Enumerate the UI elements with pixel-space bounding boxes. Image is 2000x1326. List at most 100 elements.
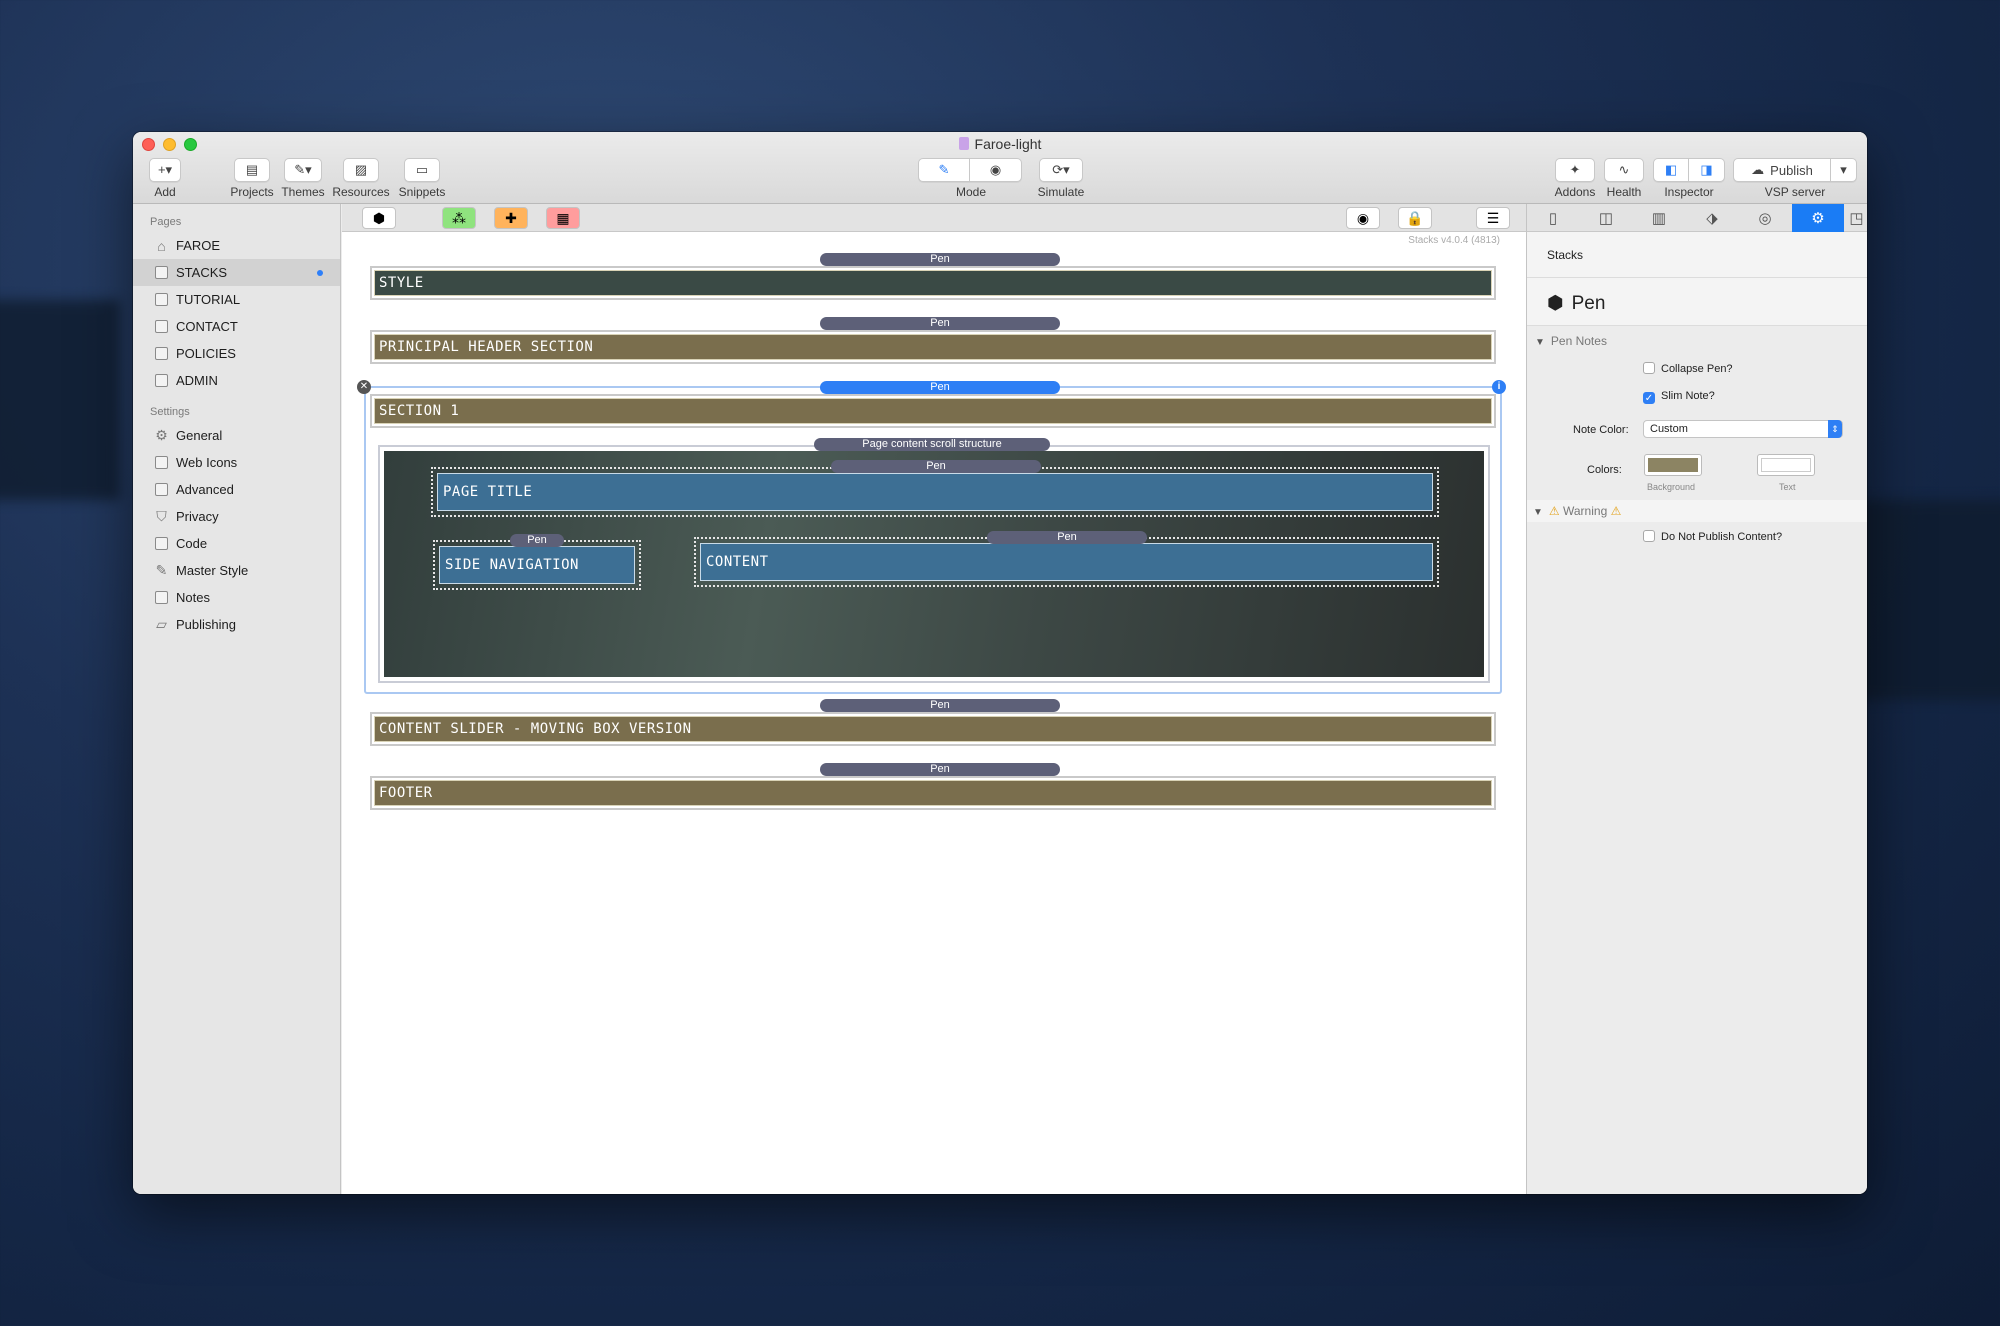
page-title-container[interactable]: PAGE TITLE bbox=[431, 467, 1439, 517]
eye-icon[interactable]: ◉ bbox=[1346, 207, 1380, 229]
inspector-control[interactable]: ◧ ◨ Inspector bbox=[1653, 158, 1725, 199]
page-icon bbox=[155, 320, 168, 333]
tab-page-inspector[interactable]: ▯ bbox=[1527, 204, 1579, 232]
simulate-icon: ⟳▾ bbox=[1039, 158, 1083, 182]
edit-pencil-icon[interactable]: ✎ bbox=[918, 158, 970, 182]
scroll-structure-stack[interactable]: PAGE TITLE Pen SIDE NAVIGATION Pen CONTE… bbox=[378, 445, 1490, 683]
pen-pill-selected[interactable]: Pen bbox=[820, 381, 1060, 394]
warning-icon: ⚠ bbox=[1607, 504, 1622, 518]
tab-expand-icon[interactable]: ◳ bbox=[1845, 204, 1867, 232]
setting-web-icons[interactable]: Web Icons bbox=[133, 449, 340, 476]
sliders-icon[interactable]: ☰ bbox=[1476, 207, 1510, 229]
page-tutorial[interactable]: TUTORIAL bbox=[133, 286, 340, 313]
band-content-slider[interactable]: CONTENT SLIDER - MOVING BOX VERSION bbox=[370, 712, 1496, 746]
page-faroe[interactable]: ⌂ FAROE bbox=[133, 232, 340, 259]
sidebar-item-label: Master Style bbox=[176, 563, 249, 578]
publish-control[interactable]: ☁ Publish ▾ VSP server bbox=[1733, 158, 1857, 199]
pen-pill[interactable]: Pen bbox=[820, 253, 1060, 266]
collapse-pen-checkbox[interactable] bbox=[1643, 362, 1655, 374]
setting-master-style[interactable]: ✎ Master Style bbox=[133, 557, 340, 584]
sidebar: Pages ⌂ FAROE STACKS TUTORIAL CONTACT POLICIE… bbox=[133, 204, 341, 1194]
health-button[interactable]: ∿ Health bbox=[1601, 158, 1647, 199]
pen-pill[interactable]: Pen bbox=[831, 460, 1041, 473]
background-color-well[interactable] bbox=[1644, 454, 1702, 476]
collapse-pen-row[interactable]: Collapse Pen? bbox=[1527, 354, 1867, 384]
add-button[interactable]: +▾ Add bbox=[147, 158, 183, 199]
band-style[interactable]: STYLE bbox=[370, 266, 1496, 300]
addons-button[interactable]: ✦ Addons bbox=[1553, 158, 1597, 199]
band-footer[interactable]: FOOTER bbox=[370, 776, 1496, 810]
puzzle-icon[interactable]: ✚ bbox=[494, 207, 528, 229]
projects-button[interactable]: ▤ Projects bbox=[229, 158, 275, 199]
mode-control[interactable]: ✎ ◉ Mode bbox=[918, 158, 1024, 199]
lock-icon[interactable]: 🔒 bbox=[1398, 207, 1432, 229]
page-icon bbox=[155, 374, 168, 387]
page-admin[interactable]: ADMIN bbox=[133, 367, 340, 394]
content-block: CONTENT bbox=[700, 543, 1433, 581]
left-panel-icon[interactable]: ◧ bbox=[1653, 158, 1689, 182]
content-container[interactable]: CONTENT bbox=[694, 537, 1439, 587]
partials-icon[interactable]: ⁂ bbox=[442, 207, 476, 229]
pen-pill[interactable]: Pen bbox=[820, 699, 1060, 712]
sidebar-item-label: ADMIN bbox=[176, 373, 218, 388]
text-swatch bbox=[1761, 458, 1811, 472]
slim-note-checkbox[interactable]: ✓ bbox=[1643, 392, 1655, 404]
setting-code[interactable]: Code bbox=[133, 530, 340, 557]
setting-notes[interactable]: Notes bbox=[133, 584, 340, 611]
sidebar-item-label: TUTORIAL bbox=[176, 292, 241, 307]
brush-icon: ✎ bbox=[155, 562, 168, 578]
tab-target-icon[interactable]: ◎ bbox=[1739, 204, 1791, 232]
preview-eye-icon[interactable]: ◉ bbox=[970, 158, 1022, 182]
scroll-structure-pill[interactable]: Page content scroll structure bbox=[814, 438, 1050, 451]
tab-layout-inspector[interactable]: ◫ bbox=[1580, 204, 1632, 232]
setting-privacy[interactable]: ⛉ Privacy bbox=[133, 503, 340, 530]
page-stacks[interactable]: STACKS bbox=[133, 259, 340, 286]
setting-advanced[interactable]: Advanced bbox=[133, 476, 340, 503]
tab-tag-icon[interactable]: ⬗ bbox=[1686, 204, 1738, 232]
do-not-publish-checkbox[interactable] bbox=[1643, 530, 1655, 542]
resources-button[interactable]: ▨ Resources bbox=[331, 158, 391, 199]
pen-pill[interactable]: Pen bbox=[987, 531, 1147, 544]
advanced-icon bbox=[155, 483, 168, 496]
snippets-button[interactable]: ▭ Snippets bbox=[397, 158, 447, 199]
editor-toolbar: ⬢ ⁂ ✚ ▦ ◉ 🔒 ☰ bbox=[342, 204, 1526, 232]
note-color-select[interactable]: Custom ⇕ bbox=[1643, 420, 1843, 438]
sidebar-item-label: Publishing bbox=[176, 617, 236, 632]
health-pulse-icon: ∿ bbox=[1604, 158, 1644, 182]
sidebar-item-label: Advanced bbox=[176, 482, 234, 497]
titlebar: Faroe-light +▾ Add ▤ Projects ✎▾ Themes … bbox=[133, 132, 1867, 204]
grid-icon[interactable]: ▦ bbox=[546, 207, 580, 229]
themes-button[interactable]: ✎▾ Themes bbox=[281, 158, 325, 199]
setting-publishing[interactable]: ▱ Publishing bbox=[133, 611, 340, 638]
band-principal-header[interactable]: PRINCIPAL HEADER SECTION bbox=[370, 330, 1496, 364]
background-swatch bbox=[1648, 458, 1698, 472]
publish-button[interactable]: ☁ Publish bbox=[1733, 158, 1831, 182]
stack-library-icon[interactable]: ⬢ bbox=[362, 207, 396, 229]
publish-segmented: ☁ Publish ▾ bbox=[1733, 158, 1857, 182]
band-section-1[interactable]: SECTION 1 bbox=[370, 394, 1496, 428]
publish-menu-chevron-icon[interactable]: ▾ bbox=[1831, 158, 1857, 182]
delete-stack-icon[interactable]: ✕ bbox=[357, 380, 371, 394]
right-panel-icon[interactable]: ◨ bbox=[1689, 158, 1725, 182]
sidebar-item-label: POLICIES bbox=[176, 346, 236, 361]
pen-pill[interactable]: Pen bbox=[820, 317, 1060, 330]
info-icon[interactable]: i bbox=[1492, 380, 1506, 394]
tab-html-inspector[interactable]: ▥ bbox=[1633, 204, 1685, 232]
sidebar-item-label: Privacy bbox=[176, 509, 219, 524]
warning-header[interactable]: ▼ ⚠ Warning ⚠ bbox=[1527, 500, 1867, 522]
pen-pill[interactable]: Pen bbox=[820, 763, 1060, 776]
side-nav-container[interactable]: SIDE NAVIGATION bbox=[433, 540, 641, 590]
inspector-panel: Stacks ⬢ Pen ▼ Pen Notes Collapse Pen? ✓ Sl… bbox=[1526, 232, 1867, 1194]
pen-pill[interactable]: Pen bbox=[510, 534, 564, 547]
side-nav-block: SIDE NAVIGATION bbox=[439, 546, 635, 584]
page-contact[interactable]: CONTACT bbox=[133, 313, 340, 340]
slim-note-row[interactable]: ✓ Slim Note? bbox=[1527, 384, 1867, 414]
pen-notes-header[interactable]: ▼ Pen Notes bbox=[1527, 326, 1867, 354]
page-policies[interactable]: POLICIES bbox=[133, 340, 340, 367]
text-color-well[interactable] bbox=[1757, 454, 1815, 476]
editor-canvas: Stacks v4.0.4 (4813) Pen STYLE Pen PRINC… bbox=[342, 232, 1526, 1194]
simulate-button[interactable]: ⟳▾ Simulate bbox=[1031, 158, 1091, 199]
tab-stacks-gear-icon[interactable]: ⚙ bbox=[1792, 204, 1844, 232]
setting-general[interactable]: ⚙ General bbox=[133, 422, 340, 449]
do-not-publish-row[interactable]: Do Not Publish Content? bbox=[1527, 522, 1867, 552]
